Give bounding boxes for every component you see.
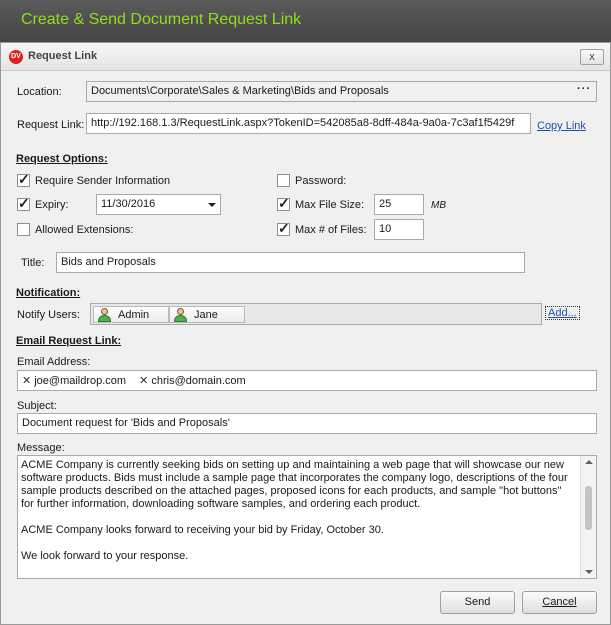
location-value: Documents\Corporate\Sales & Marketing\Bi… <box>91 85 389 97</box>
allowed-extensions-label: Allowed Extensions: <box>35 223 134 236</box>
close-icon: x <box>589 51 595 63</box>
dialog-titlebar: DV Request Link x <box>1 43 610 71</box>
subject-label: Subject: <box>17 400 57 412</box>
user-icon <box>98 307 111 322</box>
email-token-label: chris@domain.com <box>151 375 246 387</box>
message-paragraph: ACME Company is currently seeking bids o… <box>21 459 568 510</box>
request-link-field[interactable]: http://192.168.1.3/RequestLink.aspx?Toke… <box>86 113 531 134</box>
max-files-value: 10 <box>379 223 392 235</box>
max-files-checkbox[interactable] <box>277 220 290 237</box>
send-button[interactable]: Send <box>440 591 515 614</box>
cancel-label: Cancel <box>542 596 577 608</box>
title-value: Bids and Proposals <box>61 256 156 268</box>
user-icon <box>174 307 187 322</box>
require-sender-option[interactable]: Require Sender Information <box>17 171 171 188</box>
title-input[interactable]: Bids and Proposals <box>56 252 525 273</box>
max-file-size-option[interactable]: Max File Size: <box>277 195 365 212</box>
password-checkbox[interactable] <box>277 174 290 187</box>
request-options-heading: Request Options: <box>16 153 108 165</box>
remove-icon[interactable]: ✕ <box>139 375 148 387</box>
message-textarea[interactable]: ACME Company is currently seeking bids o… <box>17 455 597 579</box>
expiry-checkbox[interactable] <box>17 195 30 212</box>
email-address-label: Email Address: <box>17 356 91 368</box>
title-label: Title: <box>21 257 45 269</box>
expiry-date-value: 11/30/2016 <box>101 198 156 210</box>
banner-title: Create & Send Document Request Link <box>21 11 302 28</box>
app-logo-icon: DV <box>9 50 23 64</box>
expiry-option[interactable]: Expiry: <box>17 195 69 212</box>
email-token[interactable]: ✕ joe@maildrop.com <box>22 374 126 387</box>
chevron-down-icon <box>208 203 216 207</box>
subject-input[interactable]: Document request for 'Bids and Proposals… <box>17 413 597 434</box>
request-link-value: http://192.168.1.3/RequestLink.aspx?Toke… <box>91 117 515 129</box>
user-chip-admin[interactable]: Admin <box>93 306 169 323</box>
password-option[interactable]: Password: <box>277 174 346 187</box>
copy-link-button[interactable]: Copy Link <box>537 120 586 132</box>
expiry-date-select[interactable]: 11/30/2016 <box>96 194 221 215</box>
scroll-up-icon[interactable] <box>585 460 593 464</box>
add-users-button[interactable]: Add... <box>545 306 580 320</box>
remove-icon[interactable]: ✕ <box>22 375 31 387</box>
notify-users-label: Notify Users: <box>17 309 80 321</box>
email-request-heading: Email Request Link: <box>16 335 122 347</box>
max-files-label: Max # of Files: <box>295 223 367 236</box>
cancel-button[interactable]: Cancel <box>522 591 597 614</box>
user-chip-jane[interactable]: Jane <box>169 306 245 323</box>
email-token-label: joe@maildrop.com <box>34 375 127 387</box>
dialog-title: Request Link <box>28 50 98 62</box>
scroll-down-icon[interactable] <box>585 570 593 574</box>
email-address-input[interactable]: ✕ joe@maildrop.com ✕ chris@domain.com <box>17 370 597 391</box>
location-field: Documents\Corporate\Sales & Marketing\Bi… <box>86 81 597 102</box>
max-files-input[interactable]: 10 <box>374 219 424 240</box>
allowed-extensions-option[interactable]: Allowed Extensions: <box>17 223 133 236</box>
notification-heading: Notification: <box>16 287 81 299</box>
max-file-size-unit: MB <box>431 200 446 211</box>
subject-value: Document request for 'Bids and Proposals… <box>22 417 230 429</box>
location-label: Location: <box>17 86 62 98</box>
user-chip-label: Admin <box>118 308 150 321</box>
message-paragraph: We look forward to your response. <box>21 550 189 562</box>
browse-button[interactable]: ··· <box>577 83 591 95</box>
message-label: Message: <box>17 442 65 454</box>
message-paragraph: ACME Company looks forward to receiving … <box>21 524 384 536</box>
max-file-size-checkbox[interactable] <box>277 195 290 212</box>
max-files-option[interactable]: Max # of Files: <box>277 220 367 237</box>
max-file-size-input[interactable]: 25 <box>374 194 424 215</box>
close-button[interactable]: x <box>580 49 604 65</box>
request-link-label: Request Link: <box>17 119 85 131</box>
email-token[interactable]: ✕ chris@domain.com <box>139 374 246 387</box>
request-link-dialog: DV Request Link x Location: Documents\Co… <box>0 42 611 625</box>
password-label: Password: <box>295 174 347 187</box>
expiry-label: Expiry: <box>35 198 69 211</box>
user-chip-label: Jane <box>194 308 218 321</box>
allowed-extensions-checkbox[interactable] <box>17 223 30 236</box>
banner: Create & Send Document Request Link <box>0 0 611 42</box>
notify-users-box[interactable]: Admin Jane <box>90 303 542 325</box>
max-file-size-label: Max File Size: <box>295 198 365 211</box>
max-file-size-value: 25 <box>379 198 392 210</box>
scroll-thumb[interactable] <box>585 486 592 530</box>
message-scrollbar[interactable] <box>580 456 596 578</box>
require-sender-checkbox[interactable] <box>17 171 30 188</box>
require-sender-label: Require Sender Information <box>35 174 171 187</box>
